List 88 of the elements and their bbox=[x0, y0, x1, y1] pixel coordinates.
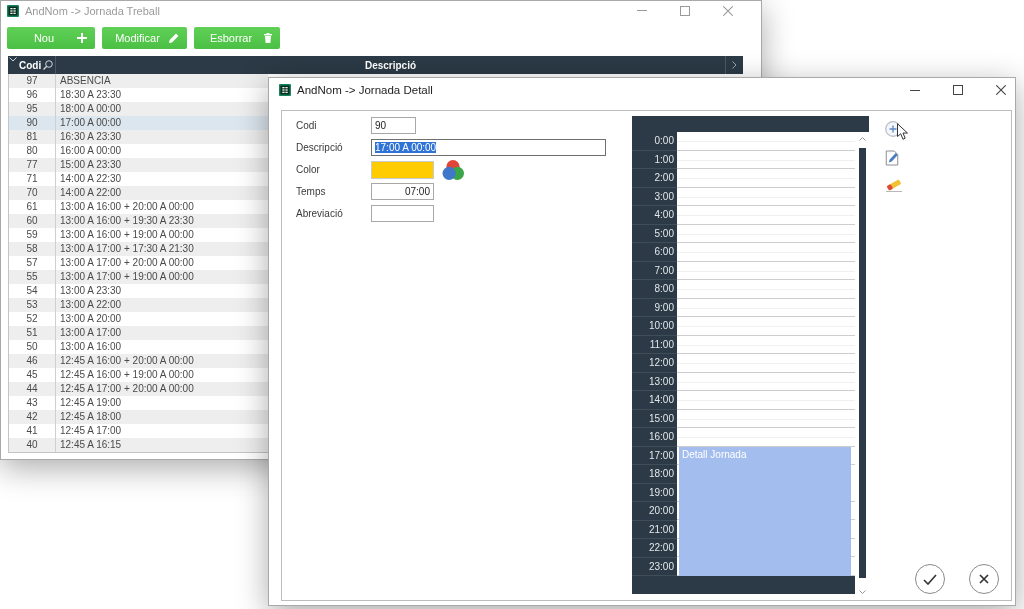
table-cell: 13:00 A 23:30 bbox=[60, 285, 122, 297]
field-label: Codi bbox=[296, 120, 318, 131]
table-cell: 60 bbox=[26, 215, 38, 227]
table-cell: 95 bbox=[26, 103, 38, 115]
plus-icon bbox=[77, 33, 87, 43]
table-cell: 14:00 A 22:30 bbox=[60, 173, 122, 185]
table-cell: 13:00 A 17:00 + 17:30 A 21:30 bbox=[60, 243, 194, 255]
table-cell: 13:00 A 16:00 + 19:30 A 23:30 bbox=[60, 215, 194, 227]
text-field[interactable]: 17:00 A 00:00 bbox=[371, 139, 606, 156]
table-cell: 13:00 A 17:00 + 20:00 A 00:00 bbox=[60, 257, 194, 269]
table-cell: 13:00 A 17:00 bbox=[60, 327, 122, 339]
scroll-up-icon[interactable] bbox=[858, 137, 866, 141]
app-icon bbox=[7, 4, 19, 17]
table-cell: 46 bbox=[26, 355, 38, 367]
table-cell: 12:45 A 17:00 bbox=[60, 425, 122, 437]
table-cell: 97 bbox=[26, 75, 38, 87]
table-cell: 52 bbox=[26, 313, 38, 325]
table-cell: 54 bbox=[26, 285, 38, 297]
table-cell: 44 bbox=[26, 383, 38, 395]
time-field[interactable]: 07:00 bbox=[371, 183, 434, 200]
table-cell: 12:45 A 16:15 bbox=[60, 439, 122, 451]
table-cell: 12:45 A 16:00 + 19:00 A 00:00 bbox=[60, 369, 194, 381]
table-cell: 13:00 A 20:00 bbox=[60, 313, 122, 325]
chevron-down-icon bbox=[9, 57, 17, 62]
table-cell: 71 bbox=[26, 173, 38, 185]
chevron-right-icon[interactable] bbox=[732, 61, 737, 69]
table-cell: 96 bbox=[26, 89, 38, 101]
field-label: Abreviació bbox=[296, 208, 344, 219]
table-cell: ABSENCIA bbox=[60, 75, 111, 87]
scrollbar-thumb[interactable] bbox=[858, 148, 866, 578]
color-circles-icon[interactable] bbox=[442, 159, 464, 180]
table-cell: 13:00 A 22:00 bbox=[60, 299, 122, 311]
table-cell: 16:00 A 00:00 bbox=[60, 145, 122, 157]
table-cell: 13:00 A 16:00 + 20:00 A 00:00 bbox=[60, 201, 194, 213]
close-x-icon bbox=[979, 574, 989, 584]
search-icon[interactable] bbox=[43, 60, 54, 70]
table-cell: 61 bbox=[26, 201, 38, 213]
table-cell: 12:45 A 16:00 + 20:00 A 00:00 bbox=[60, 355, 194, 367]
table-cell: 43 bbox=[26, 397, 38, 409]
window-title: AndNom -> Jornada Detall bbox=[297, 84, 433, 96]
table-cell: 58 bbox=[26, 243, 38, 255]
table-cell: 18:00 A 00:00 bbox=[60, 103, 122, 115]
table-cell: 77 bbox=[26, 159, 38, 171]
table-cell: 50 bbox=[26, 341, 38, 353]
table-cell: 81 bbox=[26, 131, 38, 143]
window-title: AndNom -> Jornada Treball bbox=[25, 4, 160, 17]
trash-icon bbox=[264, 33, 272, 43]
table-cell: 13:00 A 17:00 + 19:00 A 00:00 bbox=[60, 271, 194, 283]
table-cell: 14:00 A 22:00 bbox=[60, 187, 122, 199]
table-cell: 12:45 A 17:00 + 20:00 A 00:00 bbox=[60, 383, 194, 395]
field-label: Temps bbox=[296, 186, 327, 197]
app-icon bbox=[279, 84, 291, 96]
table-cell: 42 bbox=[26, 411, 38, 423]
table-cell: 80 bbox=[26, 145, 38, 157]
table-cell: 51 bbox=[26, 327, 38, 339]
cancel-button[interactable] bbox=[969, 564, 999, 594]
table-cell: 16:30 A 23:30 bbox=[60, 131, 122, 143]
table-cell: 17:00 A 00:00 bbox=[60, 117, 122, 129]
table-cell: 59 bbox=[26, 229, 38, 241]
table-cell: 57 bbox=[26, 257, 38, 269]
table-cell: 13:00 A 16:00 bbox=[60, 341, 122, 353]
table-cell: 18:30 A 23:30 bbox=[60, 89, 122, 101]
mouse-pointer-icon bbox=[897, 123, 908, 140]
table-cell: 13:00 A 16:00 + 19:00 A 00:00 bbox=[60, 229, 194, 241]
pencil-icon bbox=[169, 33, 179, 43]
table-cell: 90 bbox=[26, 117, 38, 129]
table-cell: 53 bbox=[26, 299, 38, 311]
scroll-down-icon[interactable] bbox=[858, 590, 866, 594]
table-cell: 70 bbox=[26, 187, 38, 199]
color-swatch[interactable] bbox=[371, 160, 434, 179]
edit-document-icon[interactable] bbox=[885, 150, 899, 166]
confirm-button[interactable] bbox=[915, 564, 945, 594]
table-cell: 45 bbox=[26, 369, 38, 381]
table-cell: 15:00 A 23:30 bbox=[60, 159, 122, 171]
close-icon[interactable] bbox=[996, 85, 1006, 95]
table-cell: 12:45 A 18:00 bbox=[60, 411, 122, 423]
eraser-icon[interactable] bbox=[885, 179, 903, 192]
checkmark-icon bbox=[923, 573, 937, 585]
field-label: Color bbox=[296, 164, 321, 175]
text-field[interactable]: 90 bbox=[371, 117, 416, 134]
text-field[interactable] bbox=[371, 205, 434, 222]
table-cell: 12:45 A 19:00 bbox=[60, 397, 122, 409]
table-cell: 41 bbox=[26, 425, 38, 437]
maximize-icon[interactable] bbox=[953, 85, 963, 95]
minimize-icon[interactable] bbox=[910, 89, 920, 91]
table-cell: 55 bbox=[26, 271, 38, 283]
field-label: Descripció bbox=[296, 142, 344, 153]
table-cell: 40 bbox=[26, 439, 38, 451]
